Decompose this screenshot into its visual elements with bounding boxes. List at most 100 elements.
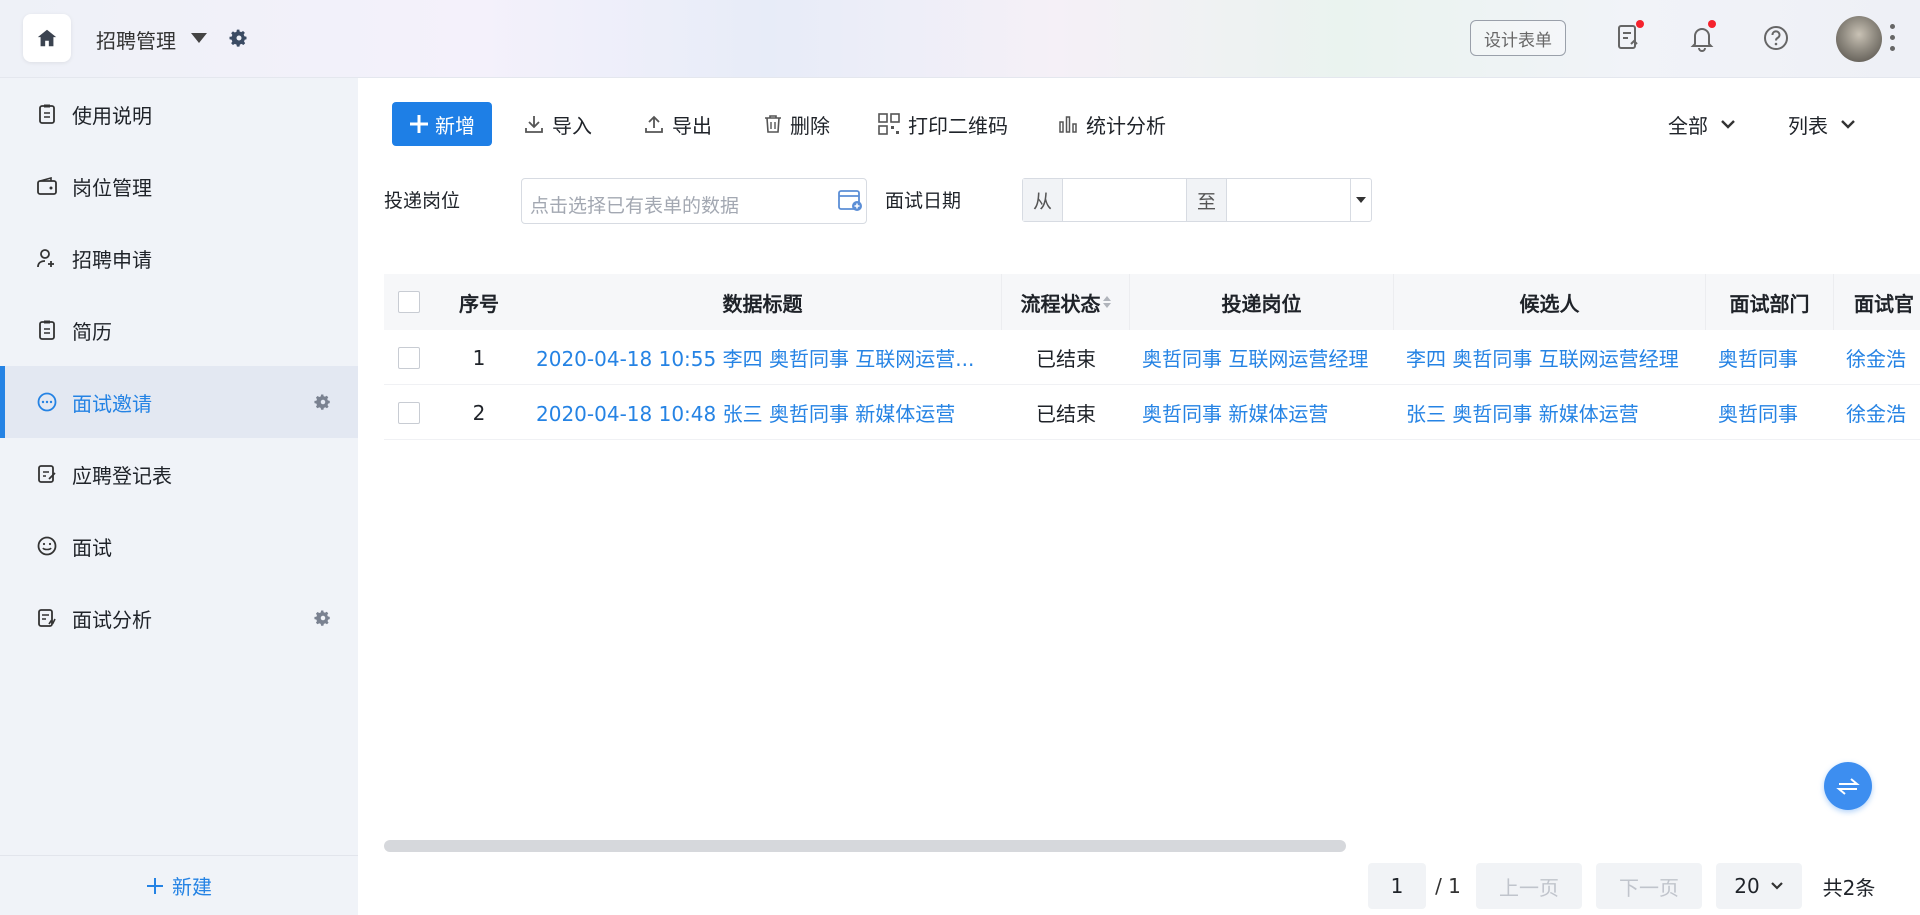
row-candidate-link[interactable]: 张三 奥哲同事 新媒体运营 (1406, 385, 1706, 440)
sidebar-item-usage-guide[interactable]: 使用说明 (0, 78, 358, 150)
statistics-button[interactable]: 统计分析 (1058, 102, 1166, 146)
trash-icon (765, 115, 781, 133)
download-icon (525, 116, 543, 133)
scope-filter-select[interactable]: 全部 (1668, 102, 1736, 146)
add-button-label: 新增 (435, 113, 475, 138)
chevron-down-icon (1721, 120, 1735, 129)
row-department-link[interactable]: 奥哲同事 (1718, 385, 1834, 440)
row-checkbox-cell (384, 385, 434, 440)
row-status: 已结束 (1036, 402, 1096, 426)
chevron-down-icon[interactable] (191, 33, 207, 43)
total-pages: / 1 (1435, 874, 1461, 898)
gear-icon[interactable] (314, 608, 332, 632)
swap-fab-button[interactable] (1824, 762, 1872, 810)
table-row[interactable]: 2 2020-04-18 10:48 张三 奥哲同事 新媒体运营 已结束 奥哲同… (384, 385, 1920, 440)
sort-icon[interactable] (1102, 296, 1111, 308)
user-add-icon (36, 247, 58, 269)
column-header-department[interactable]: 面试部门 (1706, 274, 1834, 330)
delete-button[interactable]: 删除 (764, 102, 830, 146)
select-all-checkbox[interactable] (398, 291, 420, 313)
import-button[interactable]: 导入 (524, 102, 592, 146)
column-header-index[interactable]: 序号 (434, 274, 524, 330)
sidebar-item-label: 简历 (72, 319, 112, 344)
page-number-input[interactable]: 1 (1368, 863, 1426, 909)
scope-filter-value: 全部 (1668, 113, 1708, 138)
header-select-all-cell (384, 274, 434, 330)
next-page-button[interactable]: 下一页 (1596, 863, 1702, 909)
sidebar-item-interview-invitation[interactable]: 面试邀请 (0, 366, 358, 438)
add-button[interactable]: 新增 (392, 102, 492, 146)
chevron-down-icon (1770, 882, 1783, 890)
date-from-label: 从 (1023, 179, 1063, 221)
row-title-link[interactable]: 2020-04-18 10:48 张三 奥哲同事 新媒体运营 (536, 385, 1002, 440)
row-index: 1 (472, 345, 486, 370)
interview-date-label: 面试日期 (885, 190, 962, 212)
app-title[interactable]: 招聘管理 (96, 25, 176, 54)
sidebar-item-position-management[interactable]: 岗位管理 (0, 150, 358, 222)
design-form-button[interactable]: 设计表单 (1470, 20, 1566, 56)
prev-page-button[interactable]: 上一页 (1476, 863, 1582, 909)
row-position-link[interactable]: 奥哲同事 互联网运营经理 (1142, 330, 1394, 385)
row-title-link[interactable]: 2020-04-18 10:55 李四 奥哲同事 互联网运营... (536, 330, 1002, 385)
help-icon[interactable] (1760, 22, 1792, 54)
report-icon (36, 607, 58, 629)
horizontal-scrollbar[interactable] (384, 840, 1346, 852)
column-header-status[interactable]: 流程状态 (1002, 274, 1130, 330)
swap-icon (1836, 778, 1860, 795)
sidebar-new-label: 新建 (172, 875, 212, 899)
form-icon[interactable] (1612, 20, 1644, 54)
import-label: 导入 (552, 113, 592, 138)
sidebar-item-label: 使用说明 (72, 103, 152, 128)
print-qr-button[interactable]: 打印二维码 (878, 102, 1008, 146)
data-table: 序号 数据标题 流程状态 投递岗位 候选人 面试部门 面试官 1 2020-04… (384, 274, 1920, 440)
view-mode-select[interactable]: 列表 (1788, 102, 1856, 146)
sidebar-new-button[interactable]: 新建 (0, 855, 358, 915)
position-filter-label: 投递岗位 (384, 190, 461, 212)
sidebar-item-interview-analysis[interactable]: 面试分析 (0, 582, 358, 654)
bell-icon[interactable] (1686, 20, 1718, 54)
row-interviewer-link[interactable]: 徐金浩 (1846, 330, 1920, 385)
export-button[interactable]: 导出 (644, 102, 712, 146)
print-qr-label: 打印二维码 (908, 113, 1008, 138)
main-panel: 新增 导入 导出 删除 打印二维码 统计分析 全部 列表 投递岗位 点击选择已有… (358, 78, 1920, 915)
statistics-label: 统计分析 (1086, 113, 1166, 138)
row-position-link[interactable]: 奥哲同事 新媒体运营 (1142, 385, 1394, 440)
table-row[interactable]: 1 2020-04-18 10:55 李四 奥哲同事 互联网运营... 已结束 … (384, 330, 1920, 385)
row-candidate-link[interactable]: 李四 奥哲同事 互联网运营经理 (1406, 330, 1706, 385)
date-to-label: 至 (1187, 179, 1227, 221)
clipboard-icon (36, 103, 58, 125)
column-header-interviewer[interactable]: 面试官 (1834, 274, 1920, 330)
sidebar-item-recruitment-request[interactable]: 招聘申请 (0, 222, 358, 294)
column-header-title[interactable]: 数据标题 (524, 274, 1002, 330)
row-interviewer-link[interactable]: 徐金浩 (1846, 385, 1920, 440)
home-icon (37, 29, 57, 47)
gear-icon[interactable] (229, 28, 249, 53)
date-to-input[interactable] (1227, 179, 1351, 221)
date-from-input[interactable] (1063, 179, 1187, 221)
column-header-position[interactable]: 投递岗位 (1130, 274, 1394, 330)
form-picker-icon[interactable] (836, 179, 866, 223)
sidebar-item-resume[interactable]: 简历 (0, 294, 358, 366)
sidebar-item-application-form[interactable]: 应聘登记表 (0, 438, 358, 510)
row-checkbox[interactable] (398, 346, 420, 369)
caret-down-icon[interactable] (1351, 179, 1371, 221)
upload-icon (645, 115, 663, 133)
sidebar-item-interview[interactable]: 面试 (0, 510, 358, 582)
more-icon[interactable] (1890, 24, 1895, 51)
page-size-select[interactable]: 20 (1716, 863, 1802, 909)
smile-icon (36, 535, 58, 557)
gear-icon[interactable] (314, 392, 332, 416)
plus-icon (410, 115, 428, 133)
top-bar: 招聘管理 设计表单 (0, 0, 1920, 78)
export-label: 导出 (672, 113, 712, 138)
row-checkbox[interactable] (398, 401, 420, 424)
sidebar-item-label: 招聘申请 (72, 247, 152, 272)
wallet-icon (36, 175, 58, 197)
home-button[interactable] (23, 14, 71, 62)
chevron-down-icon (1841, 120, 1855, 129)
position-filter-input[interactable]: 点击选择已有表单的数据 (521, 178, 867, 224)
avatar[interactable] (1836, 16, 1882, 62)
column-header-candidate[interactable]: 候选人 (1394, 274, 1706, 330)
row-department-link[interactable]: 奥哲同事 (1718, 330, 1834, 385)
qrcode-icon (878, 113, 900, 135)
